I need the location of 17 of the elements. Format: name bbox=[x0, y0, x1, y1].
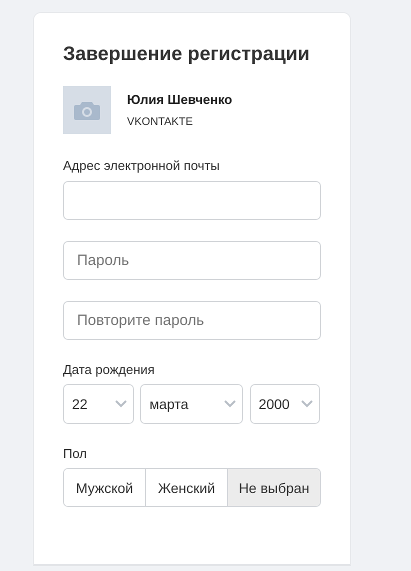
chevron-down-icon bbox=[301, 400, 313, 408]
date-select[interactable]: марта bbox=[140, 384, 243, 424]
password-field[interactable]: Повторите пароль bbox=[63, 301, 321, 340]
account-source: VKONTAKTE bbox=[127, 116, 194, 128]
chevron-down-icon bbox=[224, 400, 236, 408]
date-select[interactable]: 2000 bbox=[250, 384, 320, 424]
field-label: Адрес электронной почты bbox=[63, 158, 221, 173]
camera-icon bbox=[74, 100, 100, 120]
field-label: Дата рождения bbox=[63, 362, 156, 377]
chevron-down-icon bbox=[115, 400, 128, 408]
gender-option[interactable]: Не выбран bbox=[227, 469, 320, 506]
password-field[interactable]: Пароль bbox=[63, 241, 321, 280]
field-label: Пол bbox=[63, 446, 88, 461]
email-field[interactable] bbox=[63, 181, 321, 220]
user-name: Юлия Шевченко bbox=[127, 92, 232, 107]
form-title: Завершение регистрации bbox=[63, 43, 311, 66]
date-select[interactable]: 22 bbox=[63, 384, 134, 424]
